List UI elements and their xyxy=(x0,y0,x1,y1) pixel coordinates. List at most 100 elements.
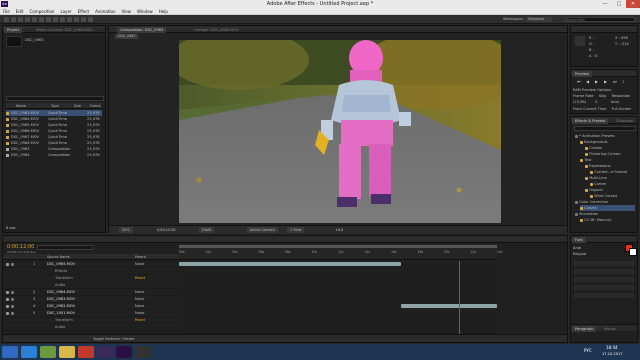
skip-value[interactable]: 0 xyxy=(595,100,597,104)
effects-tree-item[interactable]: CC Mr. Mercury xyxy=(580,217,635,223)
rotate-tool-icon[interactable] xyxy=(25,17,30,22)
media-player-taskbar-icon[interactable] xyxy=(40,346,56,358)
menu-effect[interactable]: Effect xyxy=(75,8,93,15)
menu-help[interactable]: Help xyxy=(156,8,171,15)
layer-row[interactable]: Audio xyxy=(3,282,179,289)
col-type[interactable]: Type xyxy=(51,103,59,109)
eye-icon[interactable] xyxy=(6,290,9,294)
clip-bar-layer-5[interactable] xyxy=(401,304,497,308)
pan-behind-tool-icon[interactable] xyxy=(39,17,44,22)
maximize-button[interactable]: □ xyxy=(612,0,626,8)
resolution-dropdown[interactable]: (Half) xyxy=(199,227,215,233)
exposure-value[interactable]: +0,0 xyxy=(335,227,343,233)
next-frame-icon[interactable]: ▶ xyxy=(604,79,607,84)
toggle-switches-modes[interactable]: Toggle Switches / Modes xyxy=(93,335,134,343)
audio-toggle-icon[interactable] xyxy=(11,262,14,266)
search-help-input[interactable] xyxy=(565,17,635,22)
tab-effect-controls[interactable]: Effect Controls: DSC_0983.MOV xyxy=(33,27,96,33)
menu-layer[interactable]: Layer xyxy=(57,8,74,15)
clone-tool-icon[interactable] xyxy=(74,17,79,22)
tab-font[interactable]: Font xyxy=(572,237,586,243)
eye-icon[interactable] xyxy=(6,297,9,301)
layer-row[interactable]: 1 DSC_0985.MOV None xyxy=(3,261,179,268)
first-frame-icon[interactable]: ⏮ xyxy=(577,79,581,84)
eraser-tool-icon[interactable] xyxy=(81,17,86,22)
premiere-taskbar-icon[interactable] xyxy=(97,346,113,358)
tab-paragraph[interactable]: Paragraph xyxy=(572,326,597,332)
explorer-taskbar-icon[interactable] xyxy=(59,346,75,358)
layer-parent[interactable]: Reset xyxy=(135,275,145,281)
camera-tool-icon[interactable] xyxy=(32,17,37,22)
project-search-input[interactable] xyxy=(6,96,104,101)
pen-tool-icon[interactable] xyxy=(53,17,58,22)
project-item[interactable]: DSC_0984 Composition 23,976 xyxy=(6,152,102,158)
tab-character[interactable]: Character xyxy=(613,118,637,124)
zoom-tool-icon[interactable] xyxy=(18,17,23,22)
full-screen[interactable]: Full Screen xyxy=(612,107,632,111)
close-button[interactable]: ✕ xyxy=(626,0,640,8)
layer-parent[interactable]: None xyxy=(135,296,144,302)
tray-date[interactable]: 17.10.2017 xyxy=(602,352,623,356)
system-taskbar-icon[interactable] xyxy=(135,346,151,358)
tab-preview[interactable]: Preview xyxy=(572,71,592,77)
clip-bar-layer-1[interactable] xyxy=(179,262,401,266)
from-current-time[interactable]: From Current Time xyxy=(573,107,606,111)
layer-row[interactable]: Audio xyxy=(3,324,179,331)
start-button[interactable] xyxy=(2,346,18,358)
layer-row[interactable]: Effects xyxy=(3,268,179,275)
col-size[interactable]: Size xyxy=(74,103,81,109)
ie-taskbar-icon[interactable] xyxy=(21,346,37,358)
layer-row[interactable]: 5 DSC_1001.MOV None xyxy=(3,310,179,317)
tab-effects-presets[interactable]: Effects & Presets xyxy=(572,118,609,124)
layer-row[interactable]: 2 DSC_0984.MOV None xyxy=(3,289,179,296)
layer-parent[interactable]: None xyxy=(135,310,144,316)
layer-row[interactable]: Transform Reset xyxy=(3,275,179,282)
audio-toggle-icon[interactable] xyxy=(11,290,14,294)
audio-toggle-icon[interactable] xyxy=(11,304,14,308)
audio-toggle-icon[interactable] xyxy=(11,311,14,315)
layer-row[interactable]: 3 DSC_0983.MOV None xyxy=(3,296,179,303)
layer-parent[interactable]: None xyxy=(135,289,144,295)
mask-tool-icon[interactable] xyxy=(46,17,51,22)
tab-project[interactable]: Project xyxy=(4,27,23,33)
layer-row[interactable]: Transform Reset xyxy=(3,317,179,324)
type-tool-icon[interactable] xyxy=(60,17,65,22)
layer-parent[interactable]: Reset xyxy=(135,317,145,323)
play-icon[interactable]: ▶ xyxy=(595,79,598,84)
audio-icon[interactable]: ♪ xyxy=(622,79,625,84)
tab-motion[interactable]: Motion xyxy=(601,326,619,332)
col-name[interactable]: Name xyxy=(16,103,26,109)
eye-icon[interactable] xyxy=(6,311,9,315)
menu-edit[interactable]: Edit xyxy=(13,8,27,15)
layer-parent[interactable]: None xyxy=(135,303,144,309)
workspace-dropdown[interactable]: Standard xyxy=(526,17,552,22)
hand-tool-icon[interactable] xyxy=(11,17,16,22)
eye-icon[interactable] xyxy=(6,262,9,266)
bpc-label[interactable]: 8 bpc xyxy=(6,225,103,231)
app-taskbar-icon[interactable] xyxy=(78,346,94,358)
layer-parent[interactable]: None xyxy=(135,261,144,267)
selection-tool-icon[interactable] xyxy=(4,17,9,22)
stroke-color-swatch[interactable] xyxy=(629,248,637,256)
minimize-button[interactable]: — xyxy=(598,0,612,8)
playhead[interactable] xyxy=(459,261,460,334)
tab-footage[interactable]: Footage: DSC_0983.MOV xyxy=(191,27,242,33)
effects-search-input[interactable] xyxy=(574,126,636,131)
time-ruler[interactable]: 00s 02s 04s 06s 08s 10s 12s 14s 16s 18s 20s 22s 24s xyxy=(179,244,503,260)
col-parent[interactable]: Parent xyxy=(135,254,146,260)
col-source-name[interactable]: Source Name xyxy=(47,254,70,260)
work-area-bar[interactable] xyxy=(179,245,497,248)
comp-subtab[interactable]: DSC_0983 xyxy=(115,34,139,39)
after-effects-taskbar-icon[interactable] xyxy=(116,346,132,358)
menu-composition[interactable]: Composition xyxy=(26,8,57,15)
prev-frame-icon[interactable]: ◀ xyxy=(586,79,589,84)
audio-toggle-icon[interactable] xyxy=(11,297,14,301)
tray-language[interactable]: РУС xyxy=(584,348,592,353)
tray-time[interactable]: 18:44 xyxy=(606,345,618,350)
menu-window[interactable]: Window xyxy=(134,8,156,15)
zoom-dropdown[interactable]: 50% xyxy=(119,227,133,233)
menu-file[interactable]: File xyxy=(0,8,13,15)
last-frame-icon[interactable]: ⏭ xyxy=(613,79,617,84)
camera-dropdown[interactable]: Active Camera xyxy=(247,227,278,233)
tab-composition[interactable]: Composition: DSC_0983 xyxy=(117,27,167,33)
